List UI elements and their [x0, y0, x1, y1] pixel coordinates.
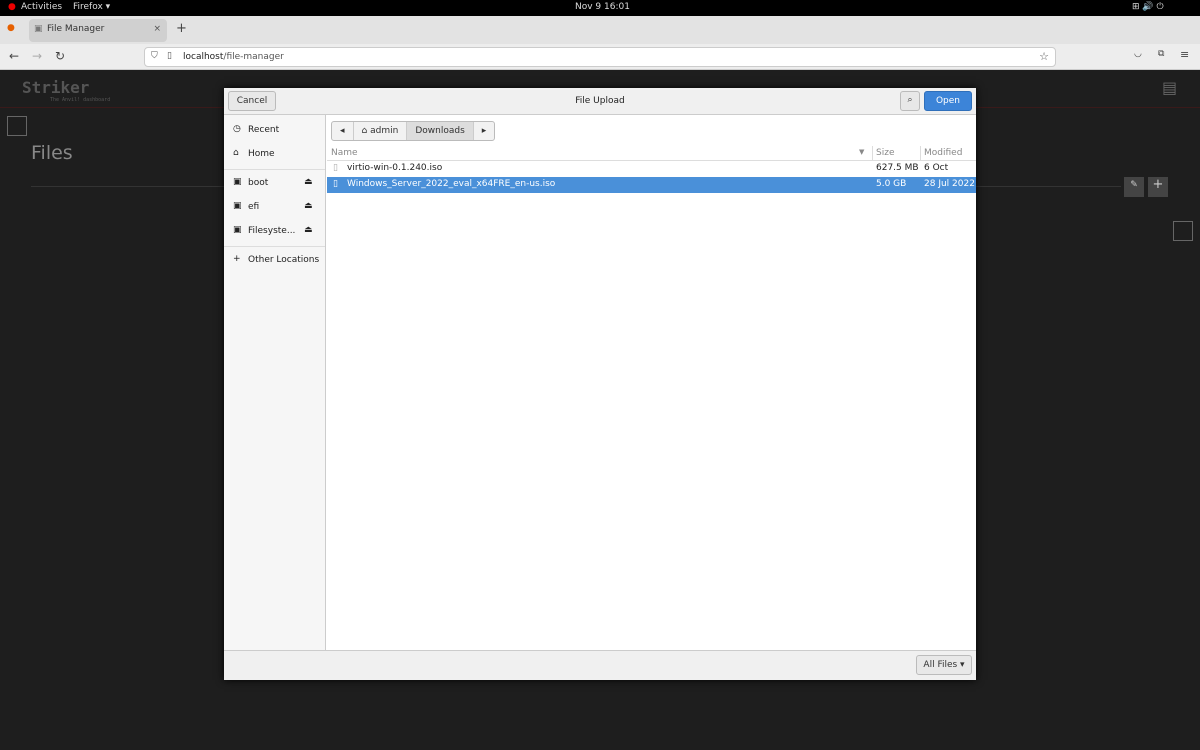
sort-arrow-icon: ▼ [859, 148, 864, 156]
file-icon: ▯ [333, 179, 338, 189]
close-tab-icon[interactable]: × [153, 24, 161, 34]
sidebar-item-boot[interactable]: ▣boot⏏ [224, 172, 325, 196]
page-title: Files [31, 142, 73, 164]
eject-icon[interactable]: ⏏ [304, 177, 313, 187]
add-button[interactable]: + [1148, 177, 1168, 197]
drive-icon: ▣ [233, 177, 242, 187]
extensions-icon[interactable]: ⧉ [1158, 49, 1164, 59]
page-icon: ▯ [167, 51, 172, 61]
column-size[interactable]: Size [876, 148, 894, 158]
forward-button[interactable]: → [32, 49, 42, 63]
sidebar-item-recent[interactable]: ◷Recent [224, 119, 325, 143]
search-button[interactable]: ⌕ [900, 91, 920, 111]
column-headers: Name ▼ Size Modified [327, 146, 976, 161]
home-icon: ⌂ [362, 126, 368, 136]
new-tab-button[interactable]: + [176, 21, 187, 36]
nav-bar: ← → ↻ ⛉ ▯ localhost/file-manager ☆ ◡ ⧉ ≡ [0, 44, 1200, 70]
file-row[interactable]: ▯ virtio-win-0.1.240.iso 627.5 MB 6 Oct [327, 161, 976, 177]
open-button[interactable]: Open [924, 91, 972, 111]
path-downloads[interactable]: Downloads [407, 122, 473, 140]
dialog-footer: All Files ▾ [224, 650, 976, 680]
tab-bar: ● ▣ File Manager × + [0, 16, 1200, 44]
file-type-filter[interactable]: All Files ▾ [916, 655, 972, 675]
redhat-icon: ● [8, 2, 16, 12]
pocket-icon[interactable]: ◡ [1134, 49, 1142, 59]
firefox-icon[interactable]: ● [7, 23, 15, 33]
column-modified[interactable]: Modified [924, 148, 962, 158]
sidebar-item-other-locations[interactable]: +Other Locations [224, 249, 325, 273]
eject-icon[interactable]: ⏏ [304, 225, 313, 235]
activities-button[interactable]: Activities [21, 2, 62, 12]
edit-button[interactable]: ✎ [1124, 177, 1144, 197]
path-left-arrow[interactable]: ◂ [332, 122, 354, 140]
url-path: /file-manager [223, 52, 283, 62]
drive-icon: ▣ [233, 225, 242, 235]
dialog-header: Cancel File Upload ⌕ Open [224, 88, 976, 115]
sidebar-item-filesystem[interactable]: ▣Filesyste...⏏ [224, 220, 325, 244]
tab-title: File Manager [47, 24, 104, 34]
search-icon: ⌕ [907, 95, 912, 105]
drive-icon: ▣ [233, 201, 242, 211]
menu-checkbox[interactable] [7, 116, 27, 136]
sidebar-item-efi[interactable]: ▣efi⏏ [224, 196, 325, 220]
firefox-app-menu[interactable]: Firefox ▾ [73, 2, 110, 12]
clock-icon: ◷ [233, 124, 241, 134]
site-icon: ▣ [34, 24, 43, 34]
shield-icon: ⛉ [151, 51, 158, 61]
sidebar-item-home[interactable]: ⌂Home [224, 143, 325, 167]
file-row-selected[interactable]: ▯ Windows_Server_2022_eval_x64FRE_en-us.… [327, 177, 976, 193]
path-admin[interactable]: ⌂ admin [354, 122, 408, 140]
bookmark-star-icon[interactable]: ☆ [1039, 50, 1049, 63]
system-top-bar: ● Activities Firefox ▾ Nov 9 16:01 ⊞ 🔊 ⏻ [0, 0, 1200, 16]
file-browser: ◂ ⌂ admin Downloads ▸ Name ▼ Size Modifi… [327, 115, 976, 650]
reload-button[interactable]: ↻ [55, 49, 65, 63]
file-icon: ▯ [333, 163, 338, 173]
select-checkbox[interactable] [1173, 221, 1193, 241]
url-host: localhost [183, 52, 223, 62]
network-icon[interactable]: ⊞ 🔊 ⏻ [1132, 2, 1164, 12]
tab-file-manager[interactable]: ▣ File Manager × [29, 19, 167, 42]
url-bar[interactable]: ⛉ ▯ localhost/file-manager ☆ [144, 47, 1056, 67]
clock[interactable]: Nov 9 16:01 [575, 2, 630, 12]
eject-icon[interactable]: ⏏ [304, 201, 313, 211]
clipboard-icon[interactable]: ▤ [1162, 78, 1177, 97]
file-upload-dialog: Cancel File Upload ⌕ Open ◷Recent ⌂Home … [224, 88, 976, 680]
column-name[interactable]: Name [331, 148, 358, 158]
places-sidebar: ◷Recent ⌂Home ▣boot⏏ ▣efi⏏ ▣Filesyste...… [224, 115, 326, 650]
home-icon: ⌂ [233, 148, 239, 158]
dialog-title: File Upload [224, 96, 976, 106]
menu-icon[interactable]: ≡ [1180, 48, 1189, 61]
path-bar: ◂ ⌂ admin Downloads ▸ [331, 121, 495, 141]
back-button[interactable]: ← [9, 49, 19, 63]
striker-logo: StrikerThe Anvil! dashboard [22, 78, 110, 103]
plus-icon: + [233, 254, 241, 264]
path-right-arrow[interactable]: ▸ [474, 122, 495, 140]
